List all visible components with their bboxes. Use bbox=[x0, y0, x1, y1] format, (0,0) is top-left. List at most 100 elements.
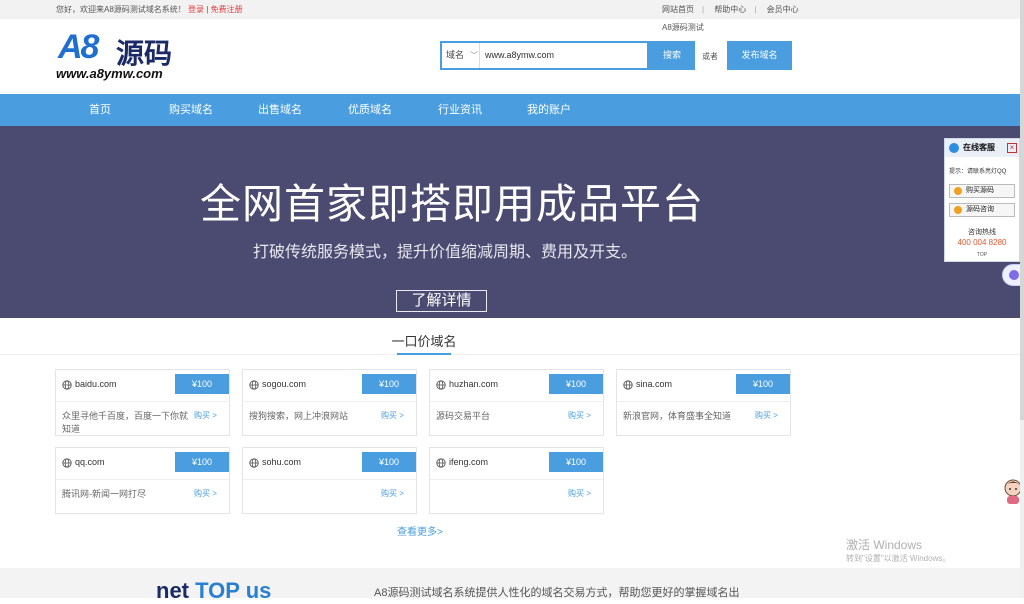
hotline-phone: 400 004 8280 bbox=[957, 238, 1007, 247]
section-title: 一口价域名 bbox=[391, 334, 457, 349]
domain-card[interactable]: qq.com ¥100 腾讯网-新闻一网打尽 购买 > bbox=[55, 447, 230, 514]
buy-link[interactable]: 购买 > bbox=[568, 410, 591, 421]
price-badge: ¥100 bbox=[736, 374, 790, 394]
price-badge: ¥100 bbox=[362, 452, 416, 472]
card-header: sina.com ¥100 bbox=[617, 370, 790, 402]
price-badge: ¥100 bbox=[549, 452, 603, 472]
banner-headline: 全网首家即搭即用成品平台 bbox=[200, 181, 704, 227]
price-badge: ¥100 bbox=[175, 452, 229, 472]
register-link[interactable]: 免费注册 bbox=[211, 5, 243, 14]
globe-icon bbox=[436, 458, 446, 468]
buy-source-label: 购买源码 bbox=[966, 187, 994, 194]
member-link[interactable]: 会员中心 bbox=[767, 5, 799, 14]
page-scrollbar-thumb[interactable] bbox=[1020, 0, 1024, 420]
domain-card[interactable]: sogou.com ¥100 搜狗搜索，网上冲浪网站 购买 > bbox=[242, 369, 417, 436]
buy-link[interactable]: 购买 > bbox=[194, 410, 217, 421]
learn-more-button[interactable]: 了解详情 bbox=[396, 290, 487, 312]
globe-icon bbox=[249, 380, 259, 390]
domain-card[interactable]: baidu.com ¥100 众里寻他千百度，百度一下你就知道 购买 > bbox=[55, 369, 230, 436]
link-divider: | bbox=[754, 5, 757, 14]
nav-item-account[interactable]: 我的账户 bbox=[527, 94, 571, 126]
footer-strip: net TOP us A8源码测试域名系统提供人性化的域名交易方式，帮助您更好的… bbox=[0, 568, 1024, 603]
domain-description: 搜狗搜索，网上冲浪网站 bbox=[249, 411, 349, 421]
card-header: huzhan.com ¥100 bbox=[430, 370, 603, 402]
globe-icon bbox=[249, 458, 259, 468]
price-badge: ¥100 bbox=[175, 374, 229, 394]
top-links: 网站首页 | 帮助中心 | 会员中心 bbox=[662, 0, 807, 19]
back-to-top-link[interactable]: TOP bbox=[945, 252, 1019, 258]
login-link[interactable]: 登录 bbox=[188, 5, 204, 14]
footer-logo-part-c: us bbox=[245, 578, 272, 603]
qq-penguin-icon bbox=[954, 206, 962, 214]
domain-description: 腾讯网-新闻一网打尽 bbox=[62, 489, 146, 499]
search-button[interactable]: 搜索 bbox=[649, 41, 695, 70]
top-bar: 您好，欢迎来A8源码测试域名系统！ 登录 | 免费注册 网站首页 | 帮助中心 | … bbox=[0, 0, 1024, 19]
card-header: ifeng.com ¥100 bbox=[430, 448, 603, 480]
close-icon[interactable]: × bbox=[1007, 143, 1017, 153]
price-badge: ¥100 bbox=[549, 374, 603, 394]
globe-icon bbox=[623, 380, 633, 390]
welcome-text: 您好，欢迎来A8源码测试域名系统！ 登录 | 免费注册 bbox=[56, 0, 243, 19]
nav-item-home[interactable]: 首页 bbox=[89, 94, 111, 126]
qq-icon bbox=[949, 143, 959, 153]
domain-description: 新浪官网，体育盛事全知道 bbox=[623, 411, 732, 421]
main-nav: 首页 购买域名 出售域名 优质域名 行业资讯 我的账户 bbox=[0, 94, 1024, 126]
buy-link[interactable]: 购买 > bbox=[194, 488, 217, 499]
site-logo[interactable]: A8 源码 www.a8ymw.com bbox=[56, 28, 191, 84]
service-title-text: 在线客服 bbox=[963, 143, 995, 152]
or-text: 或者 bbox=[702, 52, 718, 61]
card-header: sohu.com ¥100 bbox=[243, 448, 416, 480]
section-divider bbox=[0, 354, 1024, 355]
link-divider: | bbox=[702, 5, 705, 14]
qq-penguin-icon bbox=[954, 187, 962, 195]
globe-icon bbox=[436, 380, 446, 390]
help-link[interactable]: 帮助中心 bbox=[714, 5, 746, 14]
banner-subtitle: 打破传统服务模式，提升价值缩减周期、费用及开支。 bbox=[252, 242, 637, 261]
publish-domain-button[interactable]: 发布域名 bbox=[727, 41, 792, 70]
nav-item-sell[interactable]: 出售域名 bbox=[258, 94, 302, 126]
logo-mark: A8 bbox=[58, 28, 99, 66]
search-input[interactable] bbox=[482, 43, 647, 68]
domain-card[interactable]: sohu.com ¥100 购买 > bbox=[242, 447, 417, 514]
domain-card[interactable]: sina.com ¥100 新浪官网，体育盛事全知道 购买 > bbox=[616, 369, 791, 436]
card-header: sogou.com ¥100 bbox=[243, 370, 416, 402]
domain-name[interactable]: sohu.com bbox=[262, 457, 301, 467]
domain-name[interactable]: sina.com bbox=[636, 379, 672, 389]
domain-name[interactable]: huzhan.com bbox=[449, 379, 498, 389]
windows-watermark-subtitle: 转到"设置"以激活 Windows。 bbox=[846, 554, 951, 563]
logo-url: www.a8ymw.com bbox=[56, 66, 163, 81]
globe-icon bbox=[62, 458, 72, 468]
see-more-link[interactable]: 查看更多> bbox=[397, 523, 443, 538]
nav-item-news[interactable]: 行业资讯 bbox=[438, 94, 482, 126]
footer-logo: net TOP us bbox=[156, 578, 271, 604]
hero-banner: 全网首家即搭即用成品平台 打破传统服务模式，提升价值缩减周期、费用及开支。 了解… bbox=[0, 126, 1024, 318]
buy-link[interactable]: 购买 > bbox=[381, 488, 404, 499]
footer-logo-part-a: net bbox=[156, 578, 189, 603]
domain-name[interactable]: ifeng.com bbox=[449, 457, 488, 467]
domain-name[interactable]: qq.com bbox=[75, 457, 105, 467]
domain-card[interactable]: huzhan.com ¥100 源码交易平台 购买 > bbox=[429, 369, 604, 436]
search-hint: A8源码测试 bbox=[662, 23, 704, 32]
search-type-select[interactable]: 域名 ﹀ bbox=[442, 43, 480, 68]
home-link[interactable]: 网站首页 bbox=[662, 5, 694, 14]
globe-icon bbox=[62, 380, 72, 390]
buy-link[interactable]: 购买 > bbox=[568, 488, 591, 499]
source-consult-label: 源码咨询 bbox=[966, 206, 994, 213]
nav-item-buy[interactable]: 购买域名 bbox=[169, 94, 213, 126]
domain-description: 众里寻他千百度，百度一下你就知道 bbox=[62, 411, 189, 434]
search-box: 域名 ﹀ bbox=[440, 41, 649, 70]
buy-link[interactable]: 购买 > bbox=[755, 410, 778, 421]
domain-description: 源码交易平台 bbox=[436, 411, 491, 421]
hotline-label: 咨询热线 bbox=[968, 229, 996, 236]
search-type-label: 域名 bbox=[446, 50, 465, 60]
source-consult-button[interactable]: 源码咨询 bbox=[949, 203, 1015, 217]
windows-watermark-title: 激活 Windows bbox=[846, 538, 923, 552]
domain-name[interactable]: sogou.com bbox=[262, 379, 306, 389]
card-header: baidu.com ¥100 bbox=[56, 370, 229, 402]
online-service-panel: 在线客服 × 提示：请联系亮灯QQ 购买源码 源码咨询 咨询热线 400 004… bbox=[944, 138, 1020, 262]
nav-item-premium[interactable]: 优质域名 bbox=[348, 94, 392, 126]
domain-card[interactable]: ifeng.com ¥100 购买 > bbox=[429, 447, 604, 514]
domain-name[interactable]: baidu.com bbox=[75, 379, 117, 389]
buy-link[interactable]: 购买 > bbox=[381, 410, 404, 421]
buy-source-button[interactable]: 购买源码 bbox=[949, 184, 1015, 198]
